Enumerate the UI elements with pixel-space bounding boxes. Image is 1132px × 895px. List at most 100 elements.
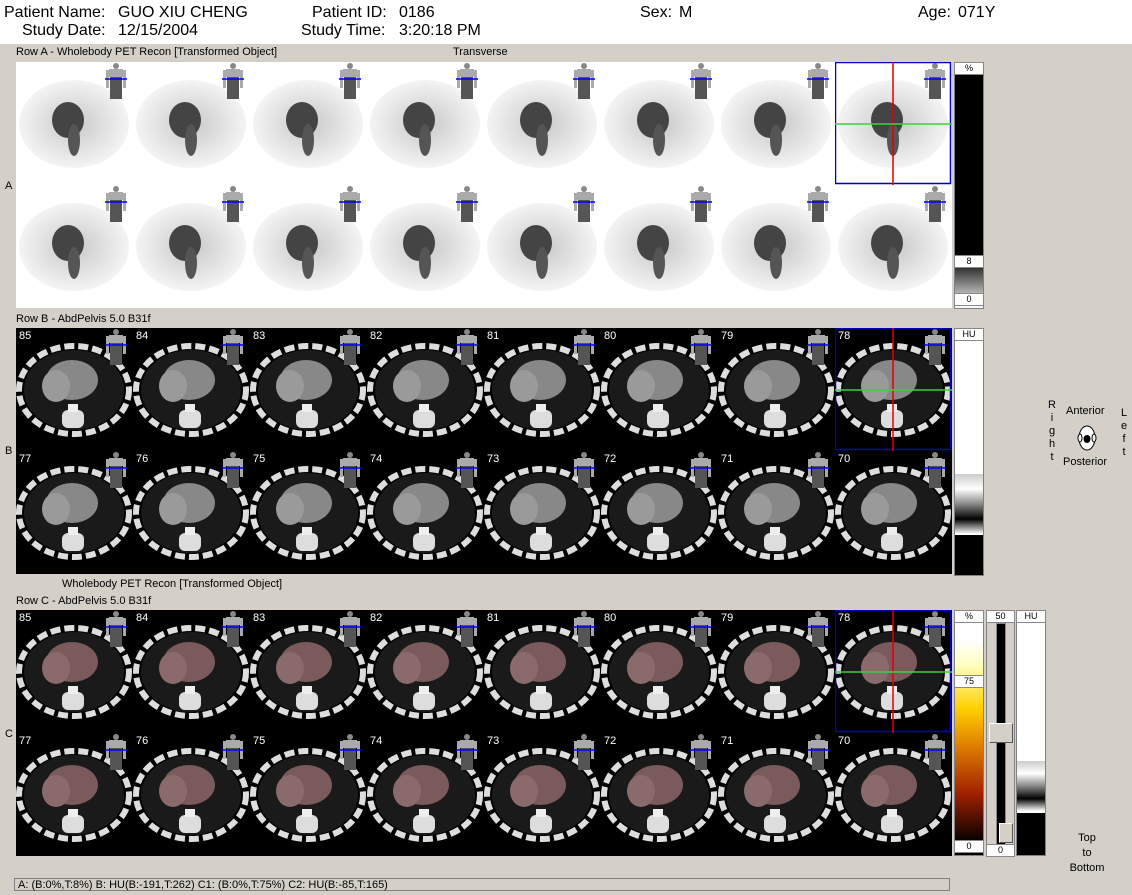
blend-slider-thumb[interactable]	[989, 723, 1013, 743]
slice-number: 77	[19, 735, 32, 747]
image-tile[interactable]: 72	[601, 733, 718, 856]
image-tile[interactable]: 70	[835, 733, 952, 856]
slice-number: 81	[487, 330, 500, 342]
localizer-thumbnail-icon	[339, 186, 361, 222]
head-orientation-icon	[1077, 425, 1097, 451]
slice-number: 84	[136, 612, 149, 624]
slice-number: 71	[721, 453, 734, 465]
localizer-thumbnail-icon	[690, 63, 712, 99]
image-tile[interactable]: 75	[250, 451, 367, 574]
row-c-ct-scale[interactable]	[1016, 610, 1046, 856]
study-time-label: Study Time:	[301, 22, 386, 39]
image-tile[interactable]: 77	[16, 733, 133, 856]
image-tile[interactable]: 73	[484, 733, 601, 856]
image-tile[interactable]	[133, 185, 250, 308]
image-tile[interactable]: 82	[367, 328, 484, 451]
row-b-image-grid[interactable]: 85 84 83 82 81 80 79 78 77 76 75 74 73 7…	[16, 328, 952, 574]
image-tile[interactable]	[250, 62, 367, 185]
image-tile[interactable]: 84	[133, 610, 250, 733]
localizer-thumbnail-icon	[573, 452, 595, 488]
view-label: Transverse	[453, 46, 508, 58]
image-tile[interactable]: 71	[718, 733, 835, 856]
localizer-thumbnail-icon	[924, 452, 946, 488]
image-tile[interactable]	[16, 185, 133, 308]
image-tile[interactable]	[835, 62, 952, 185]
image-tile[interactable]: 78	[835, 328, 952, 451]
image-tile[interactable]	[16, 62, 133, 185]
localizer-thumbnail-icon	[339, 63, 361, 99]
image-tile[interactable]	[484, 185, 601, 308]
image-tile[interactable]	[601, 185, 718, 308]
image-tile[interactable]: 83	[250, 328, 367, 451]
image-tile[interactable]	[250, 185, 367, 308]
slice-number: 80	[604, 330, 617, 342]
localizer-thumbnail-icon	[222, 452, 244, 488]
image-tile[interactable]: 74	[367, 733, 484, 856]
image-tile[interactable]: 76	[133, 451, 250, 574]
image-tile[interactable]: 77	[16, 451, 133, 574]
image-tile[interactable]: 79	[718, 328, 835, 451]
sort-order-top: Top	[1078, 832, 1096, 844]
image-tile[interactable]: 82	[367, 610, 484, 733]
row-c-letter: C	[5, 728, 13, 740]
row-a-image-grid[interactable]	[16, 62, 952, 308]
image-tile[interactable]	[367, 185, 484, 308]
image-tile[interactable]: 78	[835, 610, 952, 733]
image-tile[interactable]: 72	[601, 451, 718, 574]
image-tile[interactable]: 73	[484, 451, 601, 574]
image-tile[interactable]: 81	[484, 328, 601, 451]
slice-number: 70	[838, 735, 851, 747]
localizer-thumbnail-icon	[807, 452, 829, 488]
image-tile[interactable]: 79	[718, 610, 835, 733]
blend-slider-thumb-lower[interactable]	[999, 823, 1013, 843]
row-a-title: Row A - Wholebody PET Recon [Transformed…	[16, 46, 278, 58]
row-c-scale-0b: 0	[986, 844, 1015, 857]
image-tile[interactable]: 74	[367, 451, 484, 574]
localizer-thumbnail-icon	[105, 63, 127, 99]
image-tile[interactable]: 81	[484, 610, 601, 733]
fusion-blend-slider[interactable]	[986, 610, 1015, 856]
image-tile[interactable]	[367, 62, 484, 185]
localizer-thumbnail-icon	[222, 63, 244, 99]
image-tile[interactable]	[718, 62, 835, 185]
image-tile[interactable]: 80	[601, 610, 718, 733]
row-c-pet-colorscale[interactable]	[954, 610, 984, 856]
image-tile[interactable]: 70	[835, 451, 952, 574]
image-tile[interactable]	[133, 62, 250, 185]
localizer-thumbnail-icon	[222, 329, 244, 365]
age-value: 071Y	[958, 4, 996, 21]
image-tile[interactable]: 85	[16, 328, 133, 451]
localizer-thumbnail-icon	[807, 611, 829, 647]
row-c-scale-50: 50	[986, 610, 1015, 623]
image-tile[interactable]: 75	[250, 733, 367, 856]
row-b-scale-top: HU	[954, 328, 984, 341]
localizer-thumbnail-icon	[807, 734, 829, 770]
slice-number: 73	[487, 735, 500, 747]
localizer-thumbnail-icon	[222, 734, 244, 770]
slice-number: 70	[838, 453, 851, 465]
age-label: Age:	[918, 4, 951, 21]
image-tile[interactable]	[484, 62, 601, 185]
orientation-right-label: Right	[1048, 399, 1056, 463]
row-c-fusion-grid[interactable]: 85 84 83 82 81 80 79 78 77 76 75 74 73 7…	[16, 610, 952, 856]
image-tile[interactable]	[835, 185, 952, 308]
sex-label: Sex:	[640, 4, 673, 21]
image-tile[interactable]: 85	[16, 610, 133, 733]
image-tile[interactable]: 76	[133, 733, 250, 856]
row-b-title: Row B - AbdPelvis 5.0 B31f	[16, 313, 151, 325]
image-tile[interactable]: 83	[250, 610, 367, 733]
localizer-thumbnail-icon	[339, 734, 361, 770]
localizer-thumbnail-icon	[222, 186, 244, 222]
image-tile[interactable]	[601, 62, 718, 185]
image-tile[interactable]: 80	[601, 328, 718, 451]
image-tile[interactable]: 71	[718, 451, 835, 574]
localizer-thumbnail-icon	[339, 329, 361, 365]
localizer-thumbnail-icon	[456, 611, 478, 647]
row-a-pet-scale[interactable]	[954, 62, 984, 309]
orientation-anterior-label: Anterior	[1066, 405, 1105, 417]
study-date: 12/15/2004	[118, 22, 199, 39]
row-b-ct-scale[interactable]	[954, 328, 984, 576]
image-tile[interactable]: 84	[133, 328, 250, 451]
image-tile[interactable]	[718, 185, 835, 308]
localizer-thumbnail-icon	[456, 63, 478, 99]
